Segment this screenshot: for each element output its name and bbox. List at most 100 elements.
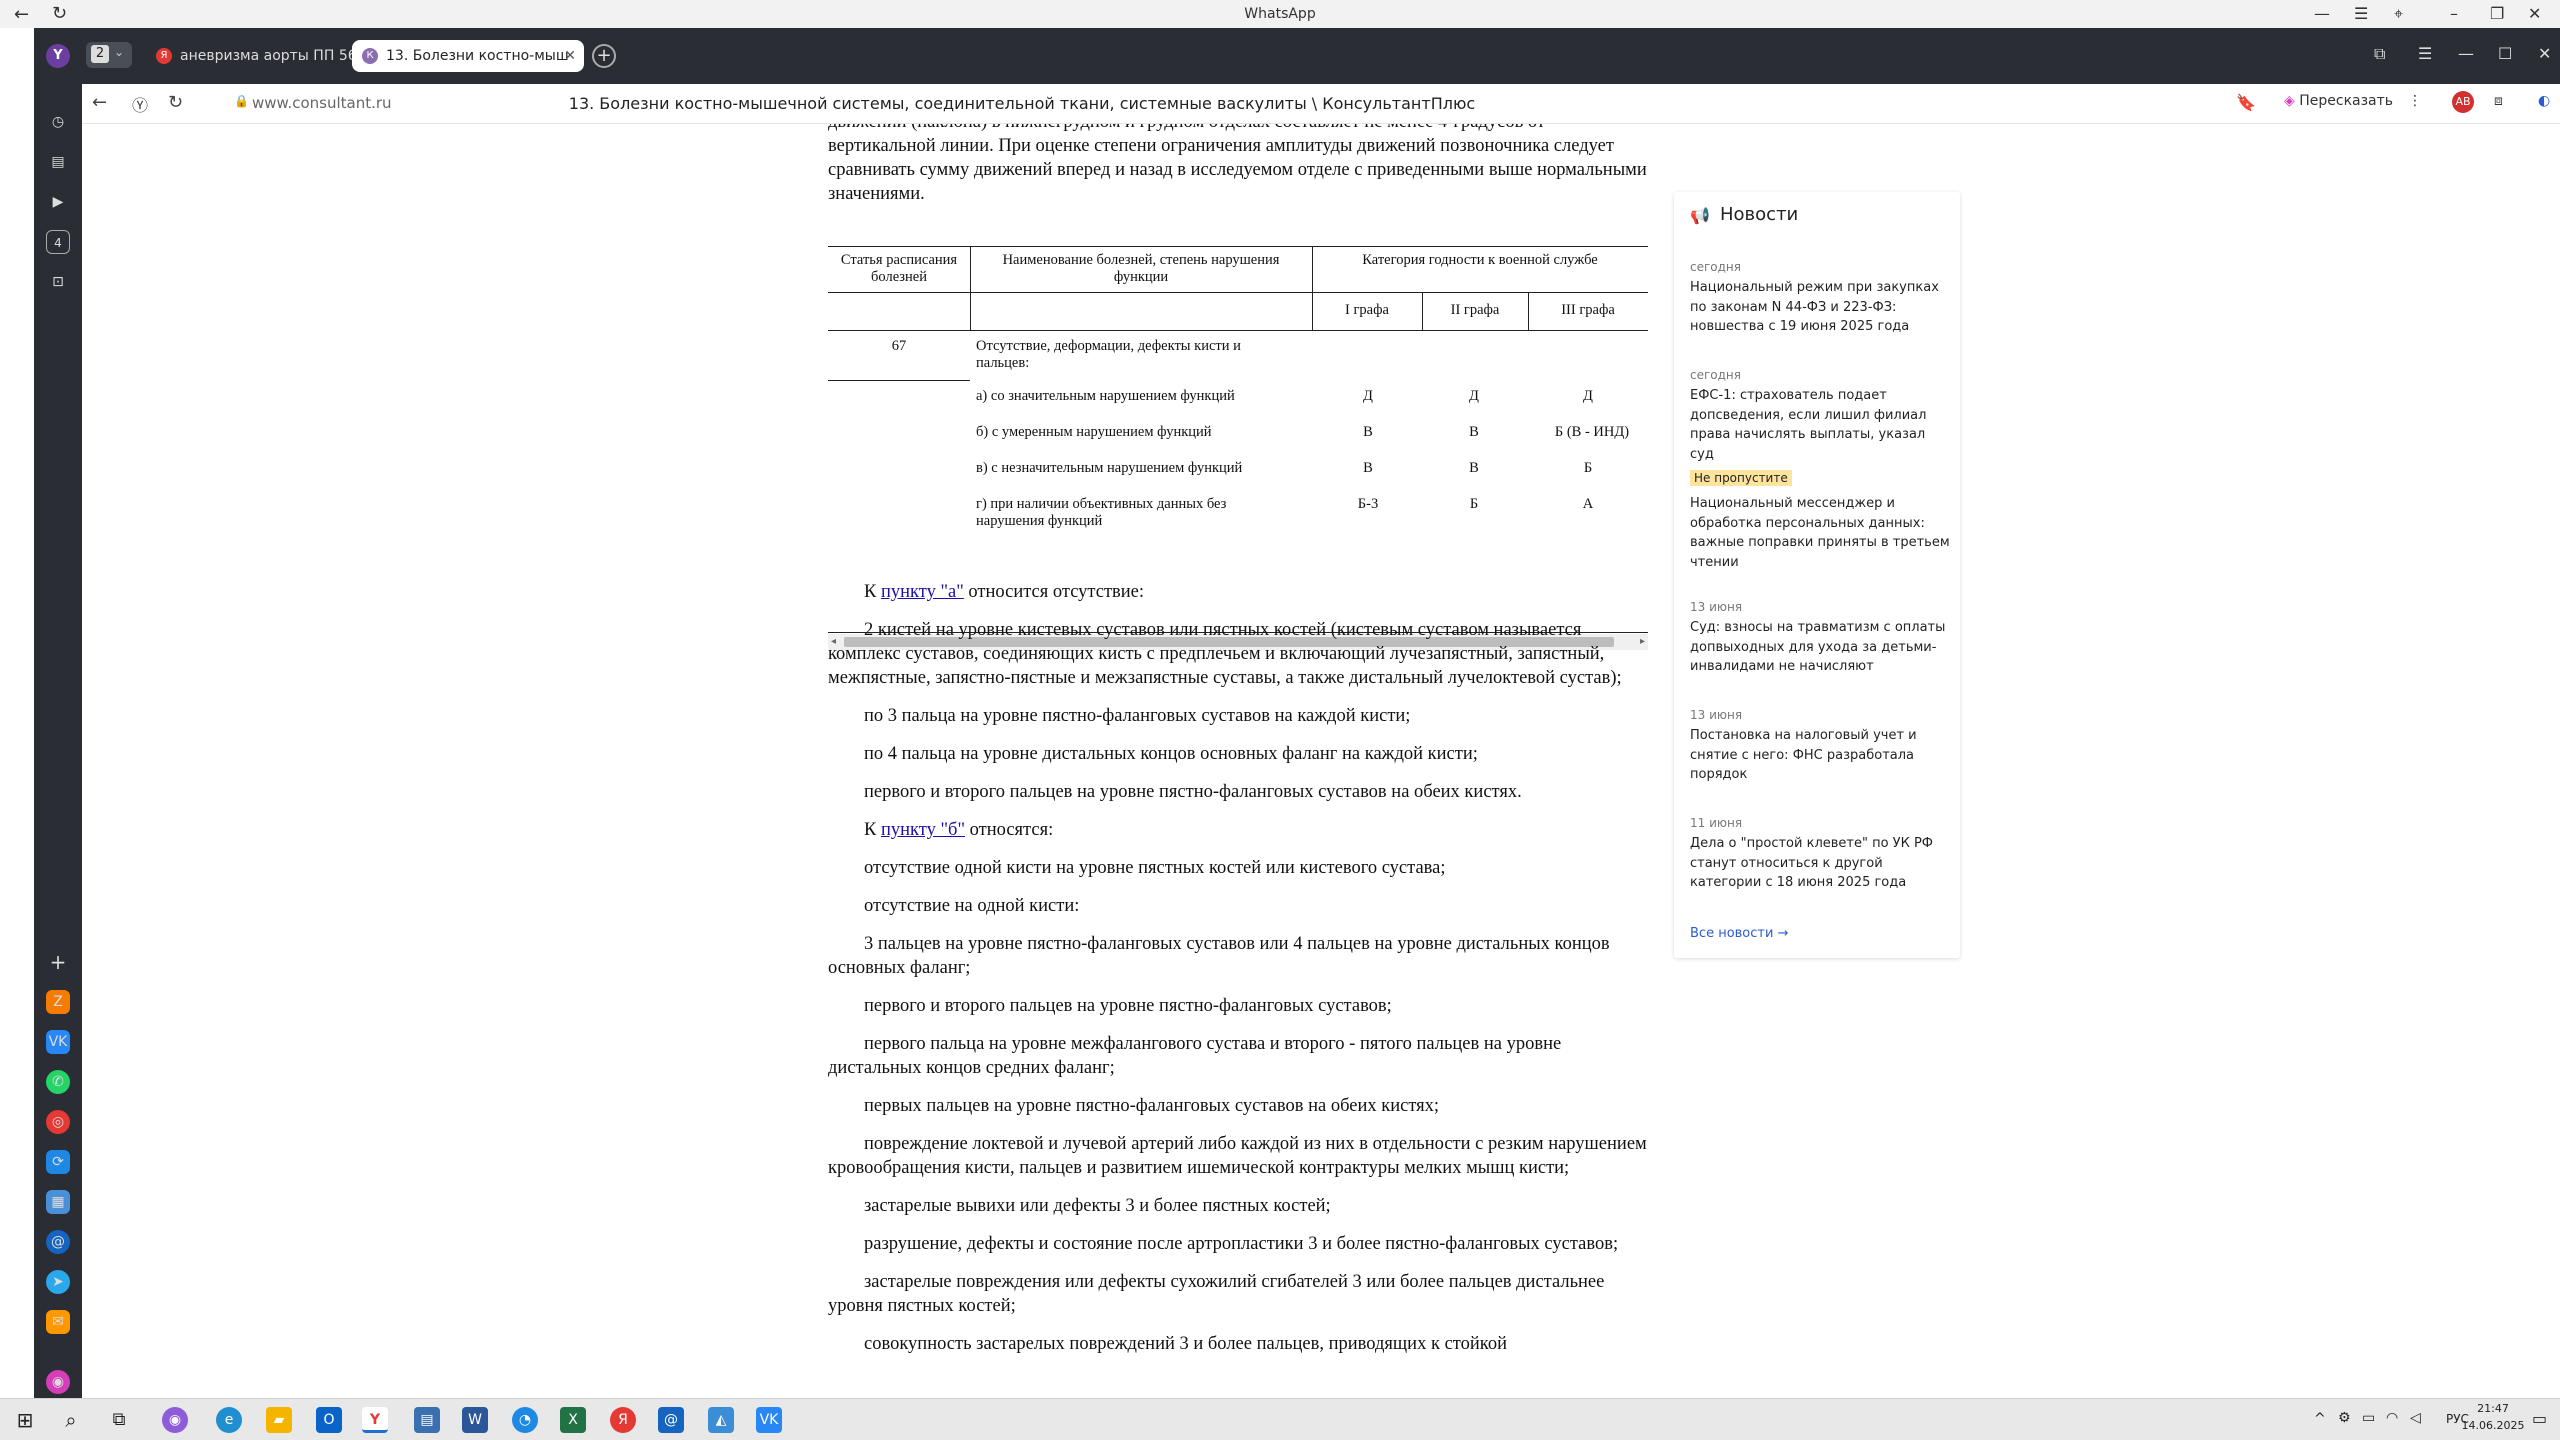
minimize-icon[interactable]: — bbox=[2314, 4, 2330, 23]
tray-icon[interactable]: ⚙ bbox=[2338, 1410, 2351, 1426]
paragraph: отсутствие одной кисти на уровне пястных… bbox=[864, 858, 1446, 878]
tab-group-button[interactable]: 2 ⌄ bbox=[86, 42, 132, 68]
extensions-icon[interactable]: ⧈ bbox=[2494, 93, 2503, 109]
browser-restore-icon[interactable]: ☐ bbox=[2498, 44, 2512, 63]
notifications-icon[interactable]: ▭ bbox=[2532, 1409, 2547, 1428]
news-item[interactable]: Национальный мессенджер и обработка перс… bbox=[1690, 494, 1952, 572]
add-panel-icon[interactable]: + bbox=[46, 950, 70, 974]
tray-chevron-icon[interactable]: ^ bbox=[2314, 1411, 2326, 1427]
news-date: 13 июня bbox=[1690, 708, 1743, 722]
retell-button[interactable]: ◈ Пересказать bbox=[2284, 93, 2393, 109]
all-news-link[interactable]: Все новости → bbox=[1690, 926, 1788, 941]
yandex-icon[interactable]: Я bbox=[610, 1407, 636, 1433]
link-point-b[interactable]: пункту "б" bbox=[881, 820, 965, 840]
search-icon[interactable]: ⌕ bbox=[58, 1407, 84, 1433]
paragraph-a-intro: К пункту "а" относится отсутствие: bbox=[864, 582, 1145, 602]
history-icon[interactable]: ◷ bbox=[46, 110, 70, 134]
left-edge bbox=[0, 28, 34, 1398]
messenger-icon[interactable]: ◎ bbox=[46, 1110, 70, 1134]
paragraph: первого и второго пальцев на уровне пяст… bbox=[864, 782, 1522, 802]
mail-icon[interactable]: @ bbox=[46, 1230, 70, 1254]
news-item[interactable]: ЕФС-1: страхователь подает допсведения, … bbox=[1690, 386, 1952, 464]
row-g2: Б bbox=[1469, 496, 1479, 512]
collections-icon[interactable]: ▤ bbox=[46, 150, 70, 174]
tab-consultant[interactable]: К 13. Болезни костно-мыш ✕ bbox=[352, 40, 584, 72]
sync-icon[interactable]: ⟳ bbox=[46, 1150, 70, 1174]
browser-logo-icon[interactable]: Y bbox=[46, 44, 70, 68]
network-icon[interactable]: ▭ bbox=[2362, 1410, 2375, 1426]
close-tab-icon[interactable]: ✕ bbox=[564, 40, 576, 72]
alice-icon[interactable]: ◉ bbox=[46, 1370, 70, 1394]
excel-icon[interactable]: X bbox=[560, 1407, 586, 1433]
header-g1: I графа bbox=[1345, 302, 1389, 318]
news-item[interactable]: Постановка на налоговый учет и снятие с … bbox=[1690, 726, 1952, 785]
row-name: в) с незначительным нарушением функций bbox=[976, 460, 1243, 476]
browser-menu-icon[interactable]: ☰ bbox=[2418, 44, 2432, 63]
news-panel: 📢 Новости сегодня Национальный режим при… bbox=[1674, 192, 1960, 958]
row-g2: В bbox=[1469, 460, 1479, 476]
link-point-a[interactable]: пункту "а" bbox=[881, 582, 964, 602]
row-g2: В bbox=[1469, 424, 1479, 440]
notifications-badge[interactable]: 4 bbox=[46, 230, 70, 254]
file-explorer-icon[interactable]: ▰ bbox=[266, 1407, 292, 1433]
paragraph: отсутствие на одной кисти: bbox=[864, 896, 1080, 916]
messenger-taskbar-icon[interactable]: ◔ bbox=[512, 1407, 538, 1433]
new-tab-button[interactable]: + bbox=[592, 44, 616, 68]
news-date: сегодня bbox=[1690, 260, 1741, 274]
alice-taskbar-icon[interactable]: ◉ bbox=[162, 1407, 188, 1433]
pin-icon[interactable]: ⌖ bbox=[2394, 4, 2403, 24]
clock-time[interactable]: 21:47 bbox=[2458, 1402, 2528, 1415]
yandex-browser-icon[interactable]: Y bbox=[362, 1407, 388, 1433]
article-number: 67 bbox=[891, 338, 907, 354]
profile-icon[interactable]: ◐ bbox=[2538, 93, 2550, 109]
table-title-row: Отсутствие, деформации, дефекты кисти и … bbox=[976, 338, 1241, 371]
whatsapp-icon[interactable]: ✆ bbox=[46, 1070, 70, 1094]
paragraph: первого и второго пальцев на уровне пяст… bbox=[864, 996, 1392, 1016]
video-icon[interactable]: ▶ bbox=[46, 190, 70, 214]
row-g2: Д bbox=[1469, 388, 1479, 404]
bookmark-icon[interactable]: 🔖 bbox=[2236, 93, 2256, 112]
restore-icon[interactable]: ❐ bbox=[2490, 4, 2504, 23]
browser-close-icon[interactable]: ✕ bbox=[2538, 44, 2551, 63]
news-item[interactable]: Суд: взносы на травматизм с оплаты допвы… bbox=[1690, 618, 1952, 677]
adblock-icon[interactable]: AB bbox=[2452, 91, 2474, 113]
retell-icon: ◈ bbox=[2284, 93, 2295, 109]
tab-label: 13. Болезни костно-мыш bbox=[386, 48, 569, 64]
header-g3: III графа bbox=[1561, 302, 1615, 318]
browser-sidebar: ◷ ▤ ▶ 4 ⊡ + Z VK ✆ ◎ ⟳ ▦ @ ➤ ✉ ◉ bbox=[34, 84, 82, 1398]
word-icon[interactable]: W bbox=[462, 1407, 488, 1433]
zen-icon[interactable]: Z bbox=[46, 990, 70, 1014]
row-g1: Б-3 bbox=[1357, 496, 1379, 512]
news-item[interactable]: Национальный режим при закупках по закон… bbox=[1690, 278, 1952, 337]
minimize-window-icon[interactable]: – bbox=[2450, 4, 2458, 23]
edge-icon[interactable]: e bbox=[216, 1407, 242, 1433]
more-icon[interactable]: ⋮ bbox=[2408, 93, 2422, 109]
outer-window-title: WhatsApp bbox=[1244, 6, 1316, 22]
telegram-icon[interactable]: ➤ bbox=[46, 1270, 70, 1294]
windows-start-icon[interactable]: ⊞ bbox=[12, 1407, 38, 1433]
bookmarks-icon[interactable]: ⧉ bbox=[2374, 44, 2385, 64]
app-icon[interactable]: ▤ bbox=[414, 1407, 440, 1433]
screenshot-icon[interactable]: ⊡ bbox=[46, 270, 70, 294]
browser-minimize-icon[interactable]: — bbox=[2458, 44, 2474, 63]
vk-icon[interactable]: VK bbox=[46, 1030, 70, 1054]
volume-icon[interactable]: ◁ bbox=[2410, 1410, 2421, 1426]
taskbar: ⊞ ⌕ ⧉ ◉ e ▰ O Y ▤ W ◔ X Я @ ◭ VK ^ ⚙ ▭ ◠… bbox=[0, 1398, 2560, 1440]
mail-ru-icon[interactable]: ✉ bbox=[46, 1310, 70, 1334]
news-item[interactable]: Дела о "простой клевете" по УК РФ станут… bbox=[1690, 834, 1952, 893]
menu-icon[interactable]: ☰ bbox=[2354, 4, 2368, 23]
outlook-icon[interactable]: O bbox=[316, 1407, 342, 1433]
paragraph: совокупность застарелых повреждений 3 и … bbox=[864, 1334, 1507, 1354]
tab-strip: Y 2 ⌄ Я аневризма аорты ПП 565 К 13. Бол… bbox=[34, 28, 2560, 84]
news-date: сегодня bbox=[1690, 368, 1741, 382]
wifi-icon[interactable]: ◠ bbox=[2386, 1410, 2398, 1426]
vk-taskbar-icon[interactable]: VK bbox=[756, 1407, 782, 1433]
task-view-icon[interactable]: ⧉ bbox=[106, 1407, 132, 1433]
apps-icon[interactable]: ▦ bbox=[46, 1190, 70, 1214]
photos-icon[interactable]: ◭ bbox=[708, 1407, 734, 1433]
close-window-icon[interactable]: ✕ bbox=[2528, 4, 2541, 23]
mail-taskbar-icon[interactable]: @ bbox=[658, 1407, 684, 1433]
clock-date[interactable]: 14.06.2025 bbox=[2456, 1419, 2530, 1432]
tab-aneurysm[interactable]: Я аневризма аорты ПП 565 bbox=[146, 40, 378, 72]
paragraph: разрушение, дефекты и состояние после ар… bbox=[864, 1234, 1619, 1254]
